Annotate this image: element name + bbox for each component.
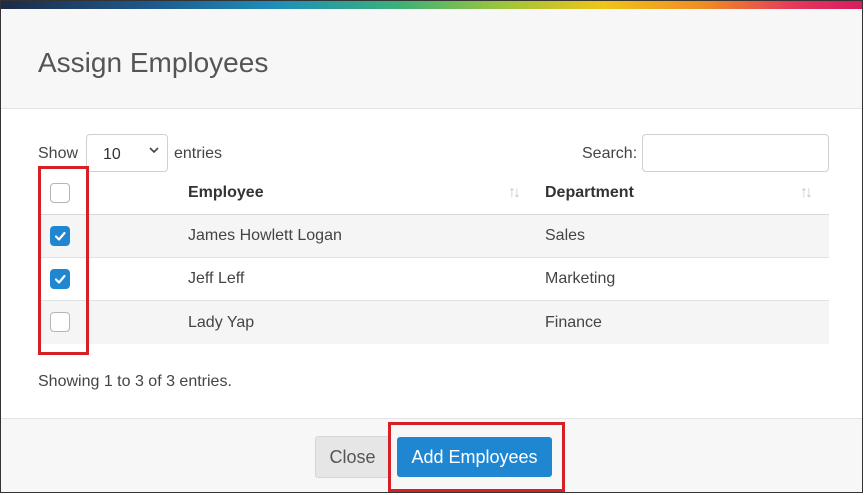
dialog-header: Assign Employees [1,9,862,109]
brand-color-bar [1,1,862,9]
page-length-select[interactable]: 10 [86,134,168,172]
department-name: Sales [545,227,586,244]
table-row: Lady Yap Finance [38,301,829,344]
show-label: Show [38,145,79,162]
chevron-down-icon [149,145,159,157]
dialog-title: Assign Employees [38,47,269,78]
table-row: James Howlett Logan Sales [38,215,829,258]
close-button[interactable]: Close [315,436,390,478]
assign-employees-dialog: Assign Employees Show 10 entries Search:… [0,0,863,493]
page-length-value: 10 [103,146,121,163]
department-name: Finance [545,313,602,331]
table-header-row: Employee ↑↓ Department ↑↓ [38,172,829,215]
search-label: Search: [582,145,638,162]
employee-name: Jeff Leff [188,270,245,287]
employee-name: Lady Yap [188,313,255,331]
sort-icon[interactable]: ↑↓ [800,184,813,202]
employee-name: James Howlett Logan [188,227,342,244]
column-header-employee[interactable]: Employee [188,172,264,214]
entries-label: entries [174,145,223,162]
highlight-box-checkboxes [38,166,89,355]
table-row: Jeff Leff Marketing [38,258,829,301]
department-name: Marketing [545,270,616,287]
highlight-box-add-button [388,422,565,492]
column-header-department[interactable]: Department [545,172,634,214]
sort-icon[interactable]: ↑↓ [508,184,521,202]
employees-table: Employee ↑↓ Department ↑↓ James Howlett … [38,172,829,344]
search-input[interactable] [642,134,829,172]
dialog-body: Show 10 entries Search: Employee ↑↓ Depa… [1,109,862,419]
table-info: Showing 1 to 3 of 3 entries. [38,373,232,390]
